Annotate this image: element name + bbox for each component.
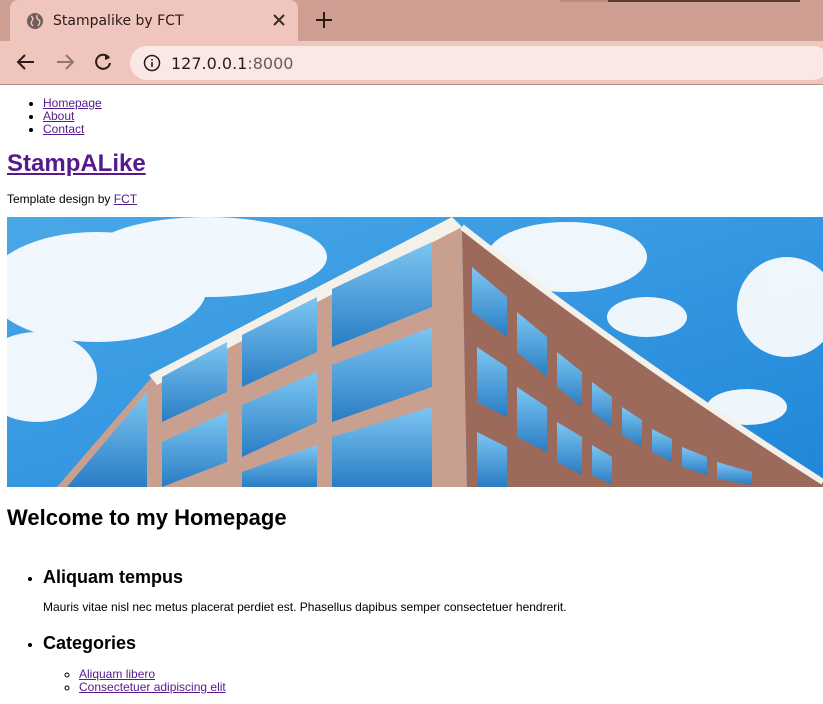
- nav-link-contact[interactable]: Contact: [43, 122, 84, 136]
- category-link[interactable]: Consectetuer adipiscing elit: [79, 680, 226, 694]
- tab-strip: Stampalike by FCT: [0, 0, 823, 41]
- arrow-left-icon[interactable]: [15, 51, 37, 73]
- sidebar-section-text: Mauris vitae nisl nec metus placerat per…: [43, 600, 567, 614]
- hero-building-image: [7, 217, 823, 487]
- browser-chrome: Stampalike by FCT 127.0.0.1:8000: [0, 0, 823, 85]
- browser-toolbar: 127.0.0.1:8000: [0, 41, 823, 85]
- address-url[interactable]: 127.0.0.1:8000: [171, 54, 293, 73]
- sidebar-section: Aliquam tempus Mauris vitae nisl nec met…: [43, 566, 816, 614]
- welcome-heading: Welcome to my Homepage: [7, 505, 287, 530]
- categories-list: Aliquam libero Consectetuer adipiscing e…: [43, 668, 816, 694]
- close-icon[interactable]: [270, 11, 288, 29]
- list-item: Consectetuer adipiscing elit: [79, 681, 816, 694]
- page-content: Homepage About Contact StampALike Templa…: [0, 85, 823, 694]
- credit-link[interactable]: FCT: [114, 192, 137, 206]
- reload-icon[interactable]: [92, 51, 114, 73]
- categories-title: Categories: [43, 633, 137, 653]
- info-icon[interactable]: [143, 54, 161, 72]
- nav-link-about[interactable]: About: [43, 109, 74, 123]
- site-title-link[interactable]: StampALike: [7, 150, 146, 177]
- credit-text: Template design by: [7, 192, 114, 206]
- nav-item: Contact: [43, 123, 816, 136]
- plus-icon[interactable]: [313, 9, 335, 31]
- arrow-right-icon[interactable]: [54, 51, 76, 73]
- nav-item: Homepage: [43, 97, 816, 110]
- nav-link-homepage[interactable]: Homepage: [43, 96, 102, 110]
- tabstrip-divider: [560, 0, 800, 2]
- sidebar-section-title: Aliquam tempus: [43, 567, 184, 587]
- url-host: 127.0.0.1: [171, 54, 248, 73]
- globe-icon: [27, 13, 43, 29]
- sidebar-section-categories: Categories Aliquam libero Consectetuer a…: [43, 632, 816, 694]
- site-title: StampALike: [7, 150, 816, 178]
- nav-item: About: [43, 110, 816, 123]
- url-port: :8000: [247, 54, 294, 73]
- browser-tab[interactable]: Stampalike by FCT: [10, 0, 298, 41]
- sidebar-list: Aliquam tempus Mauris vitae nisl nec met…: [7, 566, 816, 694]
- address-bar[interactable]: 127.0.0.1:8000: [130, 46, 823, 80]
- category-link[interactable]: Aliquam libero: [79, 667, 155, 681]
- top-navigation: Homepage About Contact: [7, 97, 816, 136]
- template-credit: Template design by FCT: [7, 192, 816, 206]
- tab-title: Stampalike by FCT: [53, 13, 184, 29]
